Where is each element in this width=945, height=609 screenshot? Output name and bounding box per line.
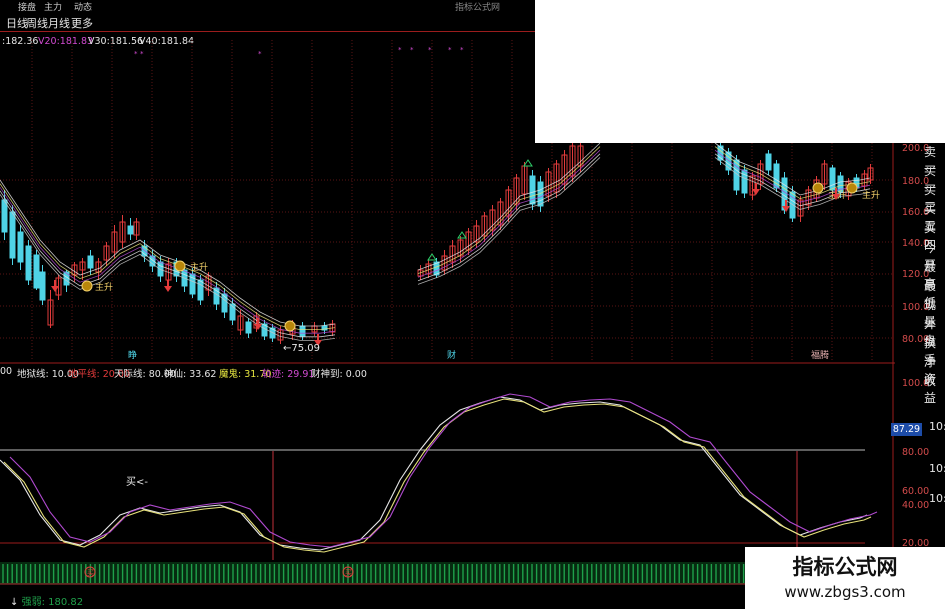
candle-body bbox=[17, 231, 24, 263]
candle-body bbox=[127, 225, 134, 235]
sell-arrow-icon bbox=[752, 189, 760, 195]
watermark: 指标公式网 www.zbgs3.com bbox=[745, 547, 945, 609]
watermark-url: www.zbgs3.com bbox=[784, 583, 906, 601]
candle-body bbox=[157, 261, 164, 277]
candle-body bbox=[829, 167, 836, 191]
time-label: 10: bbox=[929, 462, 945, 475]
candle-body bbox=[741, 169, 748, 194]
candle-body bbox=[1, 199, 8, 233]
buy-signal-label: 买 bbox=[87, 569, 94, 577]
buy-arrow-icon bbox=[523, 159, 533, 167]
indicator-legend-item: 神仙: 33.62 bbox=[164, 369, 217, 380]
candle-body bbox=[9, 211, 16, 259]
candle-body bbox=[299, 325, 306, 337]
indicator-legend-item: 财神到: 0.00 bbox=[311, 369, 367, 380]
indicator-current-value: 87.29 bbox=[891, 423, 922, 436]
signal-label: 财 bbox=[447, 349, 456, 361]
low-price-label: ←75.09 bbox=[283, 343, 320, 354]
sell-arrow-icon bbox=[51, 286, 59, 292]
watermark-title: 指标公式网 bbox=[792, 555, 898, 579]
sell-arrow-icon bbox=[164, 286, 172, 292]
candle-body bbox=[25, 245, 32, 281]
coin-icon bbox=[812, 182, 824, 194]
candle-body bbox=[33, 254, 40, 289]
star-marker: * bbox=[258, 50, 262, 58]
coin-icon bbox=[174, 260, 186, 272]
star-marker: * bbox=[410, 46, 414, 54]
indicator-axis-tick: 60.00 bbox=[902, 486, 930, 497]
kline-chart-area[interactable]: 主升主升主升主升********睁财福腾 买买 ←75.09 买<- bbox=[0, 0, 945, 609]
signal-markers: 主升主升主升主升********睁财福腾 bbox=[51, 46, 880, 361]
strength-arrow-icon: ↓ bbox=[10, 597, 19, 608]
rise-label: 主升 bbox=[862, 189, 880, 201]
buy-annotation: 买<- bbox=[126, 476, 148, 488]
strength-bars: 买买 bbox=[0, 562, 745, 585]
buy-signal-label: 买 bbox=[345, 569, 352, 577]
indicator-axis-tick: 40.00 bbox=[902, 500, 930, 511]
star-marker: * bbox=[134, 50, 138, 58]
indicator-lines bbox=[0, 393, 878, 553]
candle-body bbox=[765, 153, 772, 171]
candle-body bbox=[197, 279, 204, 301]
rise-label: 主升 bbox=[190, 261, 208, 273]
time-label: 10: bbox=[929, 492, 945, 505]
quote-label: 收益 bbox=[924, 374, 937, 405]
candle-body bbox=[39, 271, 46, 301]
indicator-line bbox=[9, 393, 878, 548]
star-marker: * bbox=[448, 46, 452, 54]
quote-panel: 卖一 买一 买三 买五 买四 今开 最高 最低 现量 外盘 换手 净资 收益 bbox=[924, 143, 945, 443]
indicator-legend-item: 00 bbox=[0, 366, 13, 377]
indicator-legend-item: 轨迹: 29.91 bbox=[262, 369, 315, 380]
star-marker: * bbox=[140, 50, 144, 58]
coin-icon bbox=[846, 182, 858, 194]
indicator-axis-tick: 80.00 bbox=[902, 447, 930, 458]
candle-body bbox=[245, 321, 252, 334]
coin-icon bbox=[284, 320, 296, 332]
rise-label: 主升 bbox=[95, 281, 113, 293]
strength-label: ↓ 强弱: 180.82 bbox=[10, 593, 83, 608]
coin-icon bbox=[81, 280, 93, 292]
strength-value: 强弱: 180.82 bbox=[21, 597, 84, 608]
star-marker: * bbox=[428, 46, 432, 54]
time-label: 10:2 bbox=[929, 420, 945, 433]
signal-label: 睁 bbox=[128, 349, 137, 361]
star-marker: * bbox=[398, 46, 402, 54]
star-marker: * bbox=[460, 46, 464, 54]
chart-grid bbox=[0, 40, 895, 595]
indicator-line bbox=[3, 398, 872, 553]
signal-label: 福腾 bbox=[811, 349, 829, 361]
indicator-line bbox=[0, 396, 868, 551]
candle-body bbox=[87, 255, 94, 269]
buy-arrow-icon bbox=[457, 231, 467, 239]
